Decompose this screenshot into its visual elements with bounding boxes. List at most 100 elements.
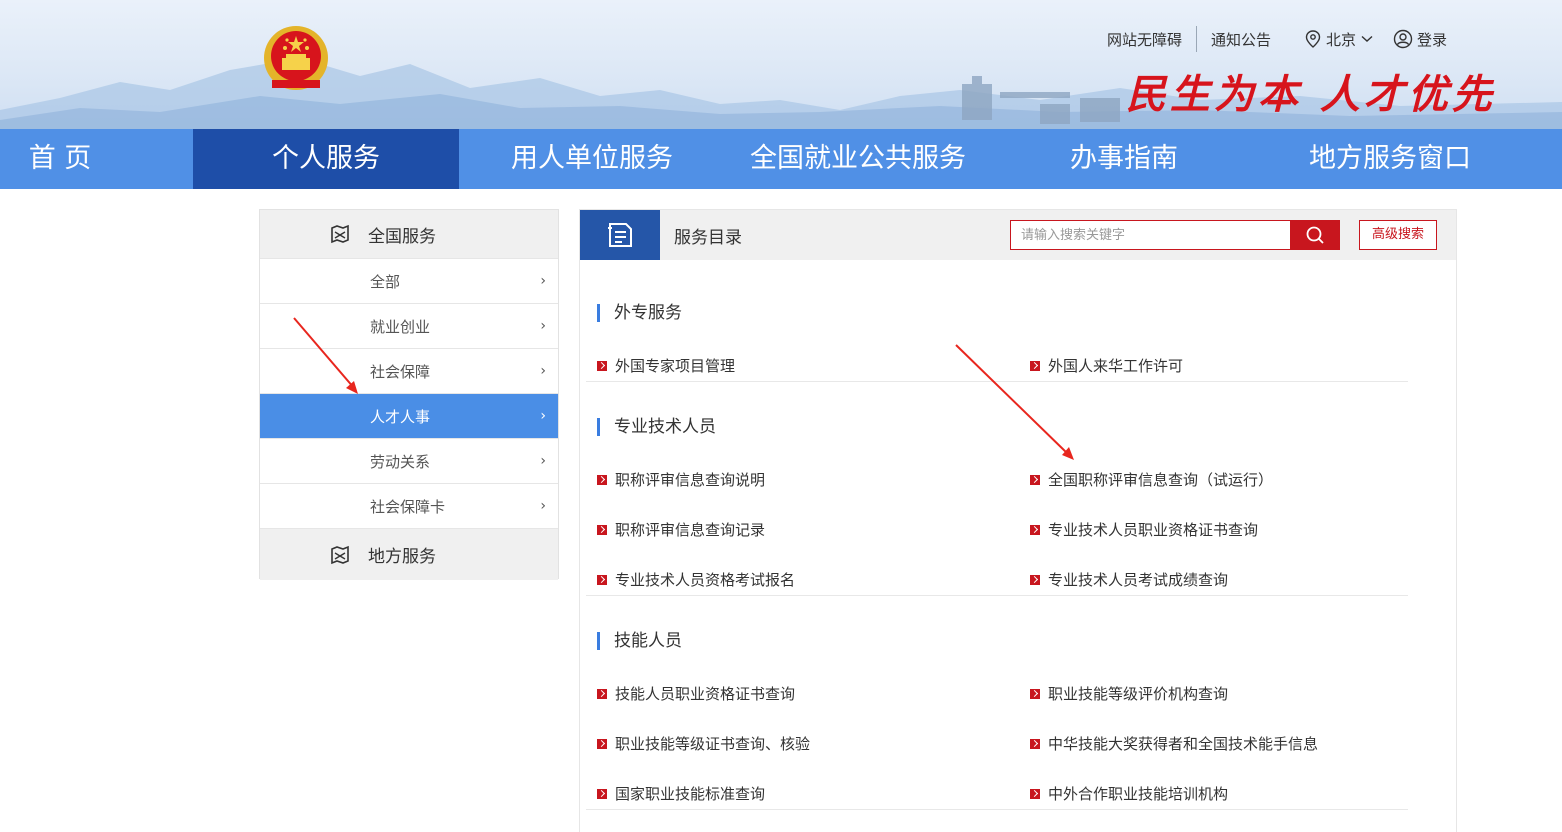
advanced-search-button[interactable]: 高级搜索 — [1359, 220, 1437, 250]
chevron-right-icon: › — [540, 363, 546, 379]
login-button[interactable]: 登录 — [1393, 29, 1447, 50]
catalog-title: 服务目录 — [674, 227, 742, 248]
sidebar-local-label: 地方服务 — [368, 547, 436, 567]
bullet-icon — [1030, 738, 1040, 749]
nav-home[interactable]: 首 页 — [0, 129, 120, 189]
divider — [1195, 26, 1197, 52]
header-banner: 网站无障碍 通知公告 北京 登录 民生为本 人才优先 — [0, 0, 1562, 129]
chevron-down-icon — [1361, 35, 1373, 42]
bullet-icon — [1030, 524, 1040, 535]
accessibility-link[interactable]: 网站无障碍 — [1107, 29, 1182, 50]
sidebar-national-header[interactable]: 全国服务 — [260, 210, 558, 258]
search-button[interactable] — [1290, 220, 1340, 250]
bullet-icon — [597, 524, 607, 535]
section-title-skilled-workers: 技能人员 — [597, 632, 682, 650]
sidebar-item-label: 就业创业 — [370, 317, 431, 336]
service-label: 中外合作职业技能培训机构 — [1048, 785, 1229, 803]
map-icon — [331, 545, 349, 564]
service-label: 专业技术人员考试成绩查询 — [1048, 571, 1229, 589]
sidebar-item-social-security[interactable]: 社会保障 › — [260, 348, 558, 393]
service-link[interactable]: 职称评审信息查询记录 — [597, 519, 765, 540]
nav-guide[interactable]: 办事指南 — [991, 129, 1257, 189]
bullet-icon — [1030, 688, 1040, 699]
chevron-right-icon: › — [540, 318, 546, 334]
chevron-right-icon: › — [540, 273, 546, 289]
location-pin-icon — [1305, 30, 1321, 48]
catalog-icon — [608, 223, 632, 247]
bullet-icon — [597, 688, 607, 699]
section-title-foreign-experts: 外专服务 — [597, 304, 682, 322]
chevron-right-icon: › — [540, 453, 546, 469]
bullet-icon — [1030, 788, 1040, 799]
service-link[interactable]: 中华技能大奖获得者和全国技术能手信息 — [1030, 733, 1318, 754]
sidebar-item-labor-relations[interactable]: 劳动关系 › — [260, 438, 558, 483]
nav-local-window[interactable]: 地方服务窗口 — [1257, 129, 1523, 189]
section-title-professional-tech: 专业技术人员 — [597, 418, 716, 436]
service-link[interactable]: 外国人来华工作许可 — [1030, 355, 1183, 376]
service-link[interactable]: 中外合作职业技能培训机构 — [1030, 783, 1228, 804]
bullet-icon — [597, 360, 607, 371]
user-icon — [1393, 29, 1413, 49]
login-label: 登录 — [1416, 30, 1447, 49]
sidebar-item-employment[interactable]: 就业创业 › — [260, 303, 558, 348]
service-label: 职业技能等级证书查询、核验 — [615, 735, 811, 753]
nav-personal-services[interactable]: 个人服务 — [193, 129, 459, 189]
service-link[interactable]: 专业技术人员资格考试报名 — [597, 569, 795, 590]
sidebar-item-label: 劳动关系 — [370, 452, 431, 471]
service-link[interactable]: 职业技能等级证书查询、核验 — [597, 733, 810, 754]
sidebar-item-label: 人才人事 — [370, 407, 431, 426]
service-link[interactable]: 外国专家项目管理 — [597, 355, 735, 376]
service-catalog-panel: 服务目录 高级搜索 外专服务 外国专家项目管理 外国人来华工作许可 专业技术人员… — [579, 209, 1457, 832]
nav-employer-services[interactable]: 用人单位服务 — [459, 129, 725, 189]
section-divider — [586, 595, 1408, 596]
service-label: 职业技能等级评价机构查询 — [1048, 685, 1229, 703]
search-box — [1010, 220, 1340, 250]
slogan: 民生为本 人才优先 — [1126, 71, 1496, 118]
service-label: 外国专家项目管理 — [615, 357, 736, 375]
service-label: 职称评审信息查询说明 — [615, 471, 766, 489]
service-label: 外国人来华工作许可 — [1048, 357, 1184, 375]
service-label: 国家职业技能标准查询 — [615, 785, 766, 803]
search-input[interactable] — [1010, 220, 1290, 250]
bullet-icon — [597, 474, 607, 485]
nav-national-employment[interactable]: 全国就业公共服务 — [725, 129, 991, 189]
catalog-header: 服务目录 高级搜索 — [580, 210, 1456, 260]
service-link[interactable]: 专业技术人员职业资格证书查询 — [1030, 519, 1258, 540]
sidebar-local-header[interactable]: 地方服务 — [260, 528, 558, 580]
notice-link[interactable]: 通知公告 — [1211, 29, 1271, 50]
section-divider — [586, 809, 1408, 810]
national-emblem-icon — [264, 26, 328, 90]
sidebar-item-talent[interactable]: 人才人事 › — [260, 393, 558, 438]
chevron-right-icon: › — [540, 498, 546, 514]
service-sidebar: 全国服务 全部 › 就业创业 › 社会保障 › 人才人事 › 劳动关系 › 社会… — [259, 209, 559, 580]
sidebar-item-label: 社会保障 — [370, 362, 431, 381]
location-selector[interactable]: 北京 — [1305, 29, 1373, 50]
service-link[interactable]: 国家职业技能标准查询 — [597, 783, 765, 804]
service-label: 全国职称评审信息查询（试运行） — [1048, 471, 1274, 489]
service-link[interactable]: 技能人员职业资格证书查询 — [597, 683, 795, 704]
service-link[interactable]: 职称评审信息查询说明 — [597, 469, 765, 490]
service-link[interactable]: 专业技术人员考试成绩查询 — [1030, 569, 1228, 590]
sidebar-item-label: 全部 — [370, 272, 401, 291]
service-link[interactable]: 职业技能等级评价机构查询 — [1030, 683, 1228, 704]
bullet-icon — [1030, 474, 1040, 485]
catalog-icon-box — [580, 210, 660, 260]
service-label: 职称评审信息查询记录 — [615, 521, 766, 539]
main-navigation: 首 页 个人服务 用人单位服务 全国就业公共服务 办事指南 地方服务窗口 — [0, 129, 1562, 189]
bullet-icon — [1030, 574, 1040, 585]
bullet-icon — [1030, 360, 1040, 371]
sidebar-item-label: 社会保障卡 — [370, 497, 446, 516]
section-divider — [586, 381, 1408, 382]
bullet-icon — [597, 738, 607, 749]
bullet-icon — [597, 574, 607, 585]
service-link[interactable]: 全国职称评审信息查询（试运行） — [1030, 469, 1273, 490]
sidebar-item-social-security-card[interactable]: 社会保障卡 › — [260, 483, 558, 528]
sidebar-item-all[interactable]: 全部 › — [260, 258, 558, 303]
sidebar-national-label: 全国服务 — [368, 226, 436, 247]
service-label: 专业技术人员资格考试报名 — [615, 571, 796, 589]
search-icon — [1306, 226, 1324, 244]
service-label: 专业技术人员职业资格证书查询 — [1048, 521, 1259, 539]
map-icon — [331, 224, 349, 244]
chevron-right-icon: › — [540, 408, 546, 424]
service-label: 技能人员职业资格证书查询 — [615, 685, 796, 703]
